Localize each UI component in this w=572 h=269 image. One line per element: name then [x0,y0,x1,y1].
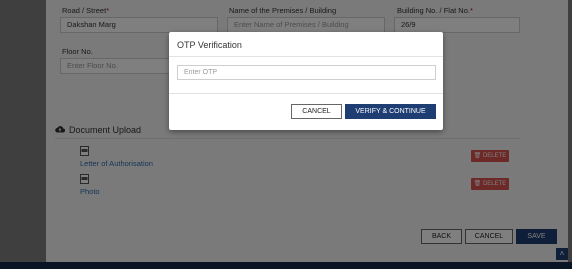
modal-footer-divider [169,93,443,94]
modal-header-divider [169,56,443,57]
otp-input[interactable]: Enter OTP [177,65,436,80]
modal-cancel-button[interactable]: CANCEL [291,104,342,119]
otp-modal: OTP Verification Enter OTP CANCEL VERIFY… [169,32,443,130]
verify-continue-button[interactable]: VERIFY & CONTINUE [345,104,436,119]
modal-title: OTP Verification [177,40,242,50]
